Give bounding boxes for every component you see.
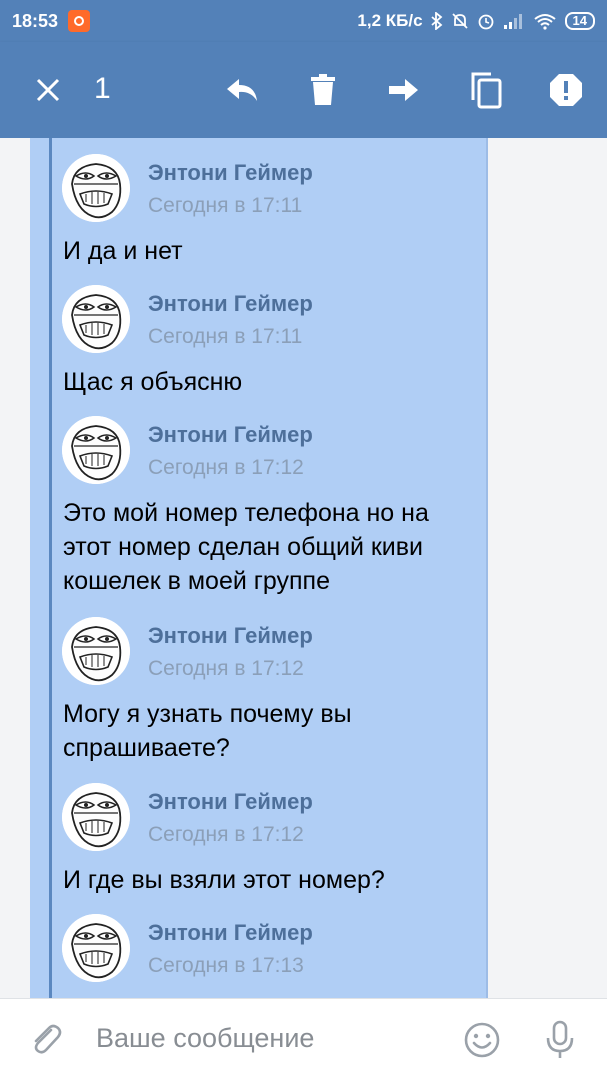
signal-icon	[503, 14, 522, 29]
app-notification-icon	[68, 10, 91, 32]
author-name[interactable]: Энтони Геймер	[148, 920, 313, 946]
avatar[interactable]	[62, 617, 130, 685]
report-button[interactable]	[544, 68, 588, 112]
selection-toolbar: 1	[0, 42, 607, 138]
attach-button[interactable]	[26, 1019, 66, 1061]
selected-count: 1	[94, 72, 111, 105]
author-name[interactable]: Энтони Геймер	[148, 422, 313, 448]
status-time: 18:53	[12, 10, 59, 31]
message-header: Энтони Геймер Сегодня в 17:12	[62, 617, 462, 687]
avatar[interactable]	[62, 416, 130, 484]
avatar[interactable]	[62, 914, 130, 982]
avatar[interactable]	[62, 783, 130, 851]
reply-icon	[227, 79, 257, 101]
author-name[interactable]: Энтони Геймер	[148, 291, 313, 317]
message-text: Щас я объясню	[63, 368, 243, 396]
divider	[486, 138, 488, 998]
mute-icon	[451, 13, 468, 29]
message-text: Это мой номер телефона но на этот номер …	[63, 499, 429, 595]
alarm-icon	[478, 14, 493, 30]
quote-bar	[49, 138, 52, 998]
message-time: Сегодня в 17:12	[148, 657, 304, 680]
message-text: И где вы взяли этот номер?	[63, 866, 385, 894]
message-composer: Ваше сообщение	[0, 998, 607, 1080]
message-text: И да и нет	[63, 237, 183, 265]
message-header: Энтони Геймер Сегодня в 17:13	[62, 914, 462, 984]
emoji-button[interactable]	[462, 1019, 502, 1061]
message-time: Сегодня в 17:11	[148, 194, 303, 217]
message-header: Энтони Геймер Сегодня в 17:11	[62, 154, 462, 224]
message-time: Сегодня в 17:12	[148, 823, 304, 846]
wifi-icon	[533, 14, 556, 30]
forward-button[interactable]	[382, 68, 426, 112]
close-icon	[36, 78, 60, 102]
copy-button[interactable]	[464, 68, 508, 112]
network-speed: 1,2 КБ/с	[357, 11, 423, 30]
message-input[interactable]: Ваше сообщение	[96, 1023, 314, 1054]
author-name[interactable]: Энтони Геймер	[148, 623, 313, 649]
message-header: Энтони Геймер Сегодня в 17:12	[62, 416, 462, 486]
trash-icon	[311, 74, 335, 105]
message-time: Сегодня в 17:13	[148, 954, 304, 977]
message-time: Сегодня в 17:11	[148, 325, 303, 348]
voice-button[interactable]	[540, 1019, 580, 1061]
message-header: Энтони Геймер Сегодня в 17:12	[62, 783, 462, 853]
forward-icon	[389, 79, 418, 101]
paperclip-icon	[34, 1024, 62, 1054]
author-name[interactable]: Энтони Геймер	[148, 789, 313, 815]
status-bar: 18:53 1,2 КБ/с 14	[0, 0, 607, 42]
microphone-icon	[546, 1020, 574, 1058]
message-time: Сегодня в 17:12	[148, 456, 304, 479]
smiley-icon	[464, 1022, 500, 1058]
avatar[interactable]	[62, 285, 130, 353]
message-header: Энтони Геймер Сегодня в 17:11	[62, 285, 462, 355]
message-text: Могу я узнать почему вы спрашиваете?	[63, 700, 352, 762]
copy-icon	[471, 72, 502, 109]
reply-button[interactable]	[220, 68, 264, 112]
avatar[interactable]	[62, 154, 130, 222]
delete-button[interactable]	[301, 68, 345, 112]
message-list[interactable]: Энтони Геймер Сегодня в 17:11 И да и нет Эн…	[0, 138, 607, 998]
bluetooth-icon	[430, 12, 442, 30]
report-icon	[550, 74, 582, 106]
close-selection-button[interactable]	[26, 68, 70, 112]
author-name[interactable]: Энтони Геймер	[148, 160, 313, 186]
battery-indicator: 14	[564, 12, 595, 30]
